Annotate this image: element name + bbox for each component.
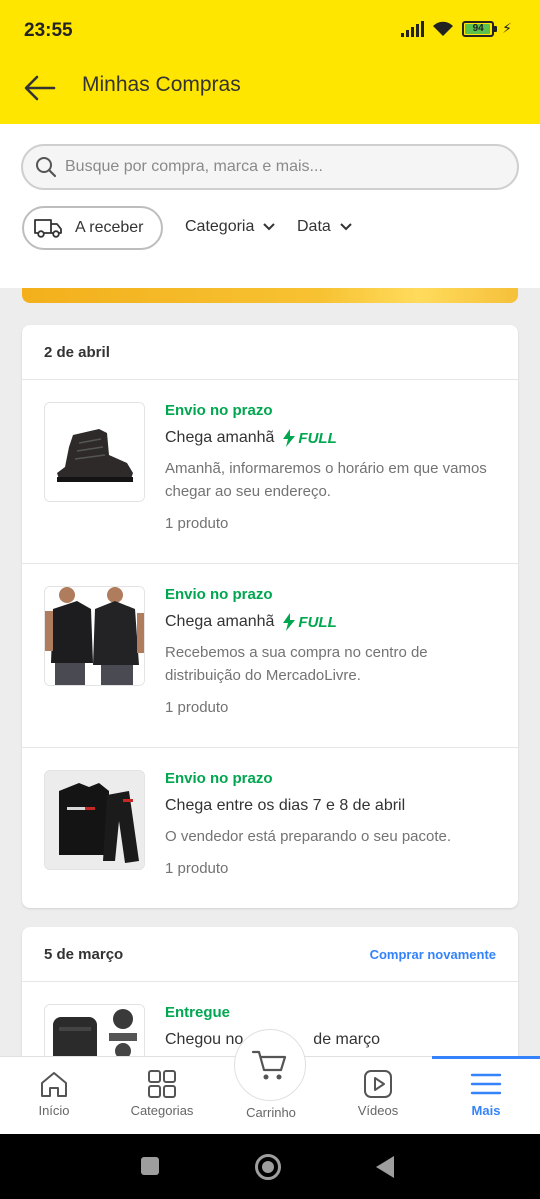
purchase-group-card: 2 de abril Envio no prazo Chega amanhã F… [22,325,518,908]
filters-panel: Busque por compra, marca e mais... A rec… [0,124,540,288]
arrival-text-row: Chega amanhã FULL [165,613,495,631]
lightning-icon [283,429,296,447]
product-count: 1 produto [165,515,229,532]
arrival-text: Chegou no [165,1031,244,1048]
tab-label: Vídeos [357,1103,399,1118]
arrival-text: Chega amanhã [165,429,275,446]
group-header: 5 de março Comprar novamente [22,927,518,982]
arrival-text: Chega entre os dias 7 e 8 de abril [165,797,406,814]
arrival-text: Chega amanhã [165,613,275,630]
product-image-boot [44,402,145,502]
product-image-tracksuit [44,770,145,870]
search-placeholder: Busque por compra, marca e mais... [65,158,323,175]
item-info: Envio no prazo Chega amanhã FULL Amanhã,… [165,402,495,532]
tab-label: Mais [471,1103,501,1118]
purchase-item[interactable]: Envio no prazo Chega entre os dias 7 e 8… [22,748,518,908]
purchase-item[interactable]: Envio no prazo Chega amanhã FULL Recebem… [22,564,518,748]
date-dropdown-label: Data [297,218,331,235]
bottom-tab-bar: Início Categorias Carrinho Vídeos Mais [0,1029,540,1135]
category-dropdown[interactable]: Categoria [185,218,276,236]
tab-label: Início [38,1103,70,1118]
product-count: 1 produto [165,699,229,716]
buy-again-link[interactable]: Comprar novamente [370,947,496,962]
purchase-item[interactable]: Envio no prazo Chega amanhã FULL Amanhã,… [22,380,518,564]
shipping-status: Envio no prazo [165,770,273,787]
shipping-status: Envio no prazo [165,402,273,419]
category-dropdown-label: Categoria [185,218,255,235]
tab-label: Categorias [130,1103,194,1118]
item-info: Envio no prazo Chega entre os dias 7 e 8… [165,770,495,877]
home-button[interactable] [255,1154,281,1180]
play-icon [364,1070,392,1098]
chevron-down-icon [340,223,352,231]
page-header: Minhas Compras [0,62,540,124]
status-bar: 23:55 94 ⚡ [0,0,540,62]
back-button[interactable] [20,68,60,108]
date-dropdown[interactable]: Data [297,218,353,236]
tab-mais[interactable]: Mais [432,1056,540,1135]
item-info: Entregue Chegou no de março [165,1004,495,1049]
group-date: 2 de abril [44,343,110,361]
grid-icon [148,1070,176,1098]
group-header: 2 de abril [22,325,518,380]
top-app-bar: 23:55 94 ⚡ Minhas Compras [0,0,540,124]
full-badge: FULL [282,429,337,447]
item-description: O vendedor está preparando o seu pacote. [165,828,452,845]
lightning-icon [283,613,296,631]
chevron-down-icon [263,223,276,231]
promo-banner-edge[interactable] [22,288,518,303]
shipping-status: Entregue [165,1004,231,1021]
tab-videos[interactable]: Vídeos [324,1057,432,1135]
back-nav-button[interactable] [376,1156,394,1178]
tab-carrinho[interactable] [234,1029,306,1101]
item-description: Amanhã, informaremos o horário em que va… [165,460,487,500]
receive-filter-chip[interactable]: A receber [22,206,163,250]
shipping-status: Envio no prazo [165,586,273,603]
battery-icon: 94 [462,20,498,37]
arrival-text-row: Chega amanhã FULL [165,429,495,447]
signal-icon [401,20,425,37]
item-info: Envio no prazo Chega amanhã FULL Recebem… [165,586,495,716]
truck-icon [34,219,62,238]
wifi-icon [433,21,454,36]
arrow-left-icon [24,75,56,101]
system-navigation-bar [0,1134,540,1199]
page-title: Minhas Compras [82,73,241,96]
full-badge-label: FULL [298,613,337,631]
arrival-text-end: de março [313,1031,380,1048]
full-badge: FULL [282,613,337,631]
tab-categorias[interactable]: Categorias [108,1057,216,1135]
product-image-shirts [44,586,145,686]
receive-filter-label: A receber [75,219,144,236]
product-count: 1 produto [165,860,229,877]
status-icons: 94 ⚡ [401,20,512,37]
arrival-text-row: Chegou no de março [165,1031,495,1049]
cart-icon [251,1050,287,1080]
status-time: 23:55 [24,20,73,41]
home-icon [41,1072,67,1097]
group-date: 5 de março [44,945,124,963]
search-icon [36,157,57,178]
arrival-text-row: Chega entre os dias 7 e 8 de abril [165,797,495,815]
menu-icon [470,1073,502,1095]
full-badge-label: FULL [298,429,337,447]
charging-icon: ⚡ [502,20,512,36]
tab-inicio[interactable]: Início [0,1057,108,1135]
item-description: Recebemos a sua compra no centro de dist… [165,644,428,684]
cart-tab-label: Carrinho [246,1105,296,1120]
search-input[interactable]: Busque por compra, marca e mais... [21,144,519,190]
battery-level: 94 [472,23,484,34]
recents-button[interactable] [141,1157,159,1175]
